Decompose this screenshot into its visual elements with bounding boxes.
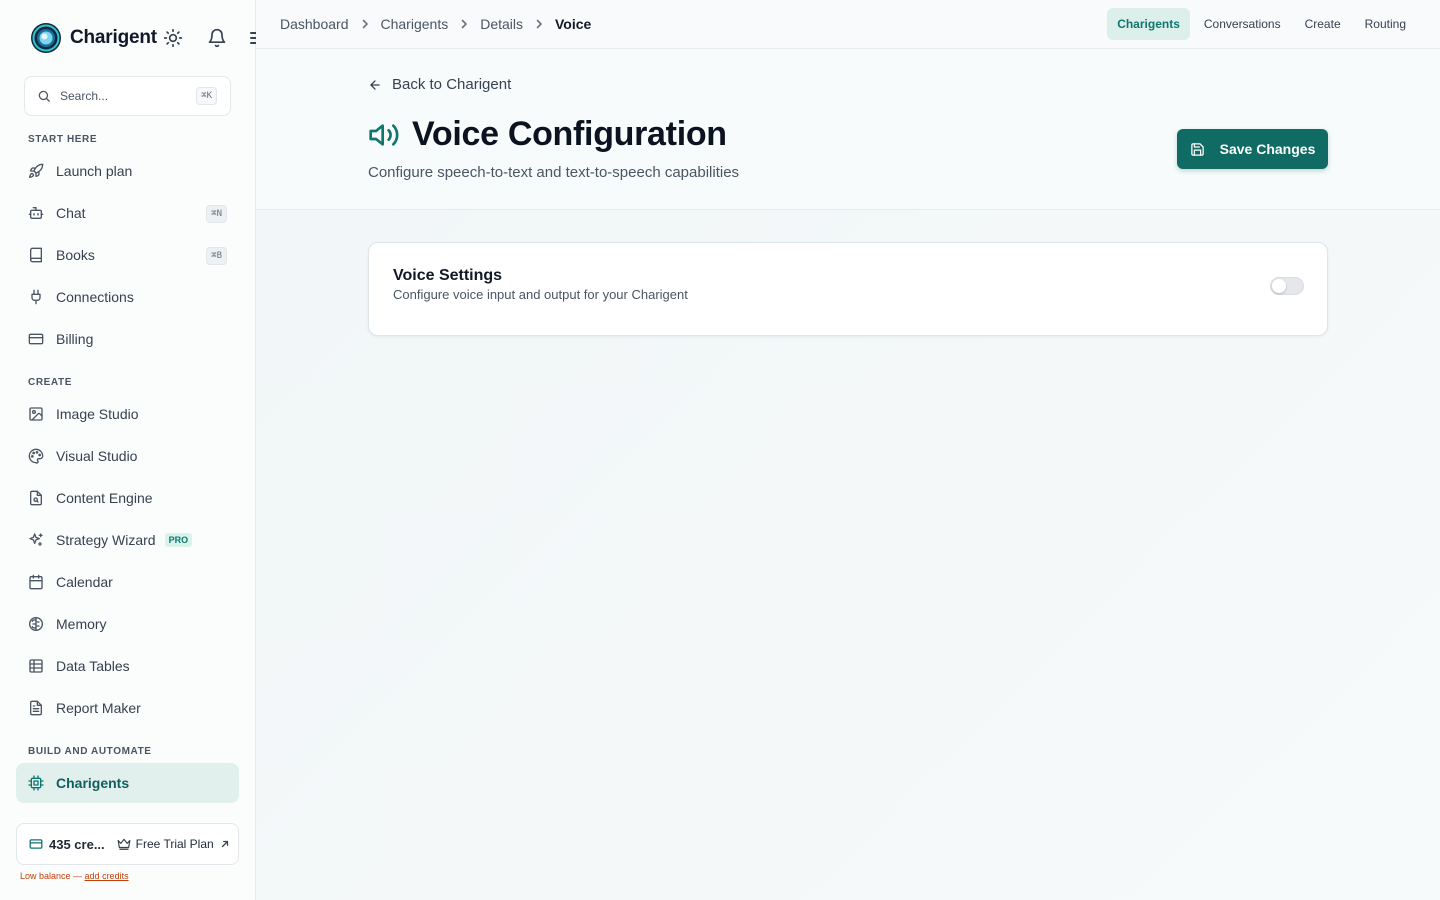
palette-icon (28, 448, 44, 464)
sidebar-item-label: Chat (56, 205, 86, 221)
sidebar-item-books[interactable]: Books ⌘B (16, 235, 239, 275)
low-balance-warning: Low balance — add credits (20, 871, 129, 881)
sun-icon[interactable] (163, 28, 183, 48)
sidebar-item-label: Report Maker (56, 700, 141, 716)
sidebar-item-label: Image Studio (56, 406, 139, 422)
brain-icon (29, 617, 43, 631)
plug-icon (31, 289, 41, 305)
sidebar-item-label: Launch plan (56, 163, 133, 179)
sidebar-item-data-tables[interactable]: Data Tables (16, 646, 239, 686)
sidebar-item-content-engine[interactable]: Content Engine (16, 478, 239, 518)
voice-enabled-toggle[interactable] (1270, 277, 1304, 295)
brand-name: Charigent (70, 27, 157, 48)
shortcut-badge: ⌘N (206, 205, 227, 223)
shortcut-badge: ⌘B (206, 247, 227, 265)
breadcrumb-voice: Voice (555, 16, 592, 32)
page-header: Back to Charigent Voice Configuration Co… (256, 49, 1440, 210)
credit-card-icon (28, 333, 44, 345)
sidebar-item-label: Connections (56, 289, 134, 305)
save-changes-button[interactable]: Save Changes (1177, 129, 1328, 169)
credit-card-icon (29, 839, 43, 849)
sidebar-item-visual-studio[interactable]: Visual Studio (16, 436, 239, 476)
sidebar-item-label: Calendar (56, 574, 113, 590)
table-icon (29, 659, 43, 673)
bell-icon[interactable] (207, 28, 227, 48)
sidebar-item-chat[interactable]: Chat ⌘N (16, 193, 239, 233)
arrow-left-icon (370, 79, 380, 90)
page-subtitle: Configure speech-to-text and text-to-spe… (368, 164, 740, 181)
search-shortcut: ⌘K (196, 87, 217, 105)
top-nav: Charigents Conversations Create Routing (1103, 8, 1416, 40)
sidebar-item-calendar[interactable]: Calendar (16, 562, 239, 602)
back-to-charigent-link[interactable]: Back to Charigent (368, 76, 511, 93)
sidebar-item-label: Visual Studio (56, 448, 138, 464)
tab-charigents[interactable]: Charigents (1107, 8, 1190, 40)
save-button-label: Save Changes (1219, 141, 1316, 157)
sidebar-item-label: Strategy Wizard (56, 532, 156, 548)
cpu-icon (28, 775, 44, 791)
tab-create[interactable]: Create (1295, 8, 1351, 40)
voice-settings-description: Configure voice input and output for you… (393, 287, 688, 302)
book-icon (30, 247, 42, 263)
charigent-logo-icon (31, 23, 61, 53)
tab-routing[interactable]: Routing (1355, 8, 1416, 40)
low-balance-text: Low balance — (20, 871, 85, 881)
bot-icon (28, 207, 44, 219)
sidebar-item-label: Billing (56, 331, 94, 347)
section-title-build-and-automate: BUILD AND AUTOMATE (28, 746, 152, 757)
sidebar-item-label: Memory (56, 616, 107, 632)
credits-count: 435 cre... (49, 836, 105, 852)
sidebar-item-connections[interactable]: Connections (16, 277, 239, 317)
sidebar-item-image-studio[interactable]: Image Studio (16, 394, 239, 434)
chevron-right-icon (362, 19, 368, 29)
section-title-create: CREATE (28, 377, 72, 388)
file-text-icon (30, 700, 42, 716)
tab-conversations[interactable]: Conversations (1194, 8, 1291, 40)
sidebar-item-label: Books (56, 247, 95, 263)
page-title: Voice Configuration (412, 115, 727, 153)
sidebar-item-memory[interactable]: Memory (16, 604, 239, 644)
main-content: Back to Charigent Voice Configuration Co… (256, 49, 1440, 900)
crown-icon (117, 838, 131, 850)
sidebar-item-label: Content Engine (56, 490, 153, 506)
chevron-right-icon (461, 19, 468, 29)
sidebar-item-charigents[interactable]: Charigents (16, 763, 239, 803)
search-input[interactable]: Search... ⌘K (24, 76, 231, 116)
add-credits-link[interactable]: add credits (85, 871, 129, 881)
pro-badge: PRO (164, 533, 193, 547)
toggle-knob (1272, 279, 1286, 293)
plan-name: Free Trial Plan (135, 837, 214, 851)
voice-settings-card: Voice Settings Configure voice input and… (368, 242, 1328, 336)
sidebar-item-report-maker[interactable]: Report Maker (16, 688, 239, 728)
save-icon (1190, 142, 1204, 156)
sidebar-item-label: Data Tables (56, 658, 130, 674)
sidebar: Charigent Search... ⌘K START HERE Launch… (0, 0, 257, 900)
rocket-icon (29, 163, 44, 178)
voice-settings-title: Voice Settings (393, 267, 503, 284)
search-icon (38, 90, 50, 102)
chevron-right-icon (536, 19, 542, 29)
volume-icon (369, 123, 399, 146)
breadcrumb-dashboard[interactable]: Dashboard (280, 16, 349, 32)
back-link-label: Back to Charigent (392, 76, 512, 93)
breadcrumb-charigents[interactable]: Charigents (381, 16, 449, 32)
calendar-icon (29, 574, 43, 590)
sparkles-icon (29, 533, 43, 546)
credits-plan-card[interactable]: 435 cre... Free Trial Plan (16, 823, 239, 865)
brand[interactable]: Charigent (30, 22, 157, 54)
external-link-icon (221, 840, 228, 848)
page-title-row: Voice Configuration (368, 115, 727, 154)
search-placeholder: Search... (60, 89, 109, 103)
image-icon (29, 407, 43, 421)
breadcrumb: Dashboard Charigents Details Voice (280, 16, 591, 32)
sidebar-item-billing[interactable]: Billing (16, 319, 239, 359)
sidebar-item-label: Charigents (56, 775, 130, 791)
sidebar-item-strategy-wizard[interactable]: Strategy Wizard PRO (16, 520, 239, 560)
sidebar-item-launch-plan[interactable]: Launch plan (16, 151, 239, 191)
breadcrumb-details[interactable]: Details (480, 16, 523, 32)
file-search-icon (30, 490, 42, 506)
section-title-start-here: START HERE (28, 134, 98, 145)
top-bar: Dashboard Charigents Details Voice Chari… (256, 0, 1440, 49)
